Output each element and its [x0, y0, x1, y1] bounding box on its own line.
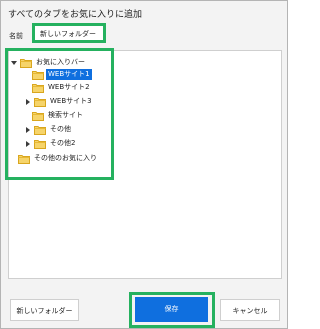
tree-highlight-annotation — [5, 48, 114, 180]
dialog-title: すべてのタブをお気に入りに追加 — [8, 10, 143, 20]
add-all-tabs-to-favorites-dialog: すべてのタブをお気に入りに追加 名前 新しいフォルダー お気に入りバー WEBサ… — [0, 0, 288, 329]
cancel-button[interactable]: キャンセル — [220, 299, 280, 321]
folder-name-input[interactable]: 新しいフォルダー — [32, 23, 106, 43]
new-folder-button[interactable]: 新しいフォルダー — [10, 299, 79, 321]
save-button[interactable]: 保存 — [135, 297, 208, 322]
name-label: 名前 — [9, 32, 23, 40]
dialog-footer: 新しいフォルダー 保存 キャンセル — [1, 288, 287, 328]
